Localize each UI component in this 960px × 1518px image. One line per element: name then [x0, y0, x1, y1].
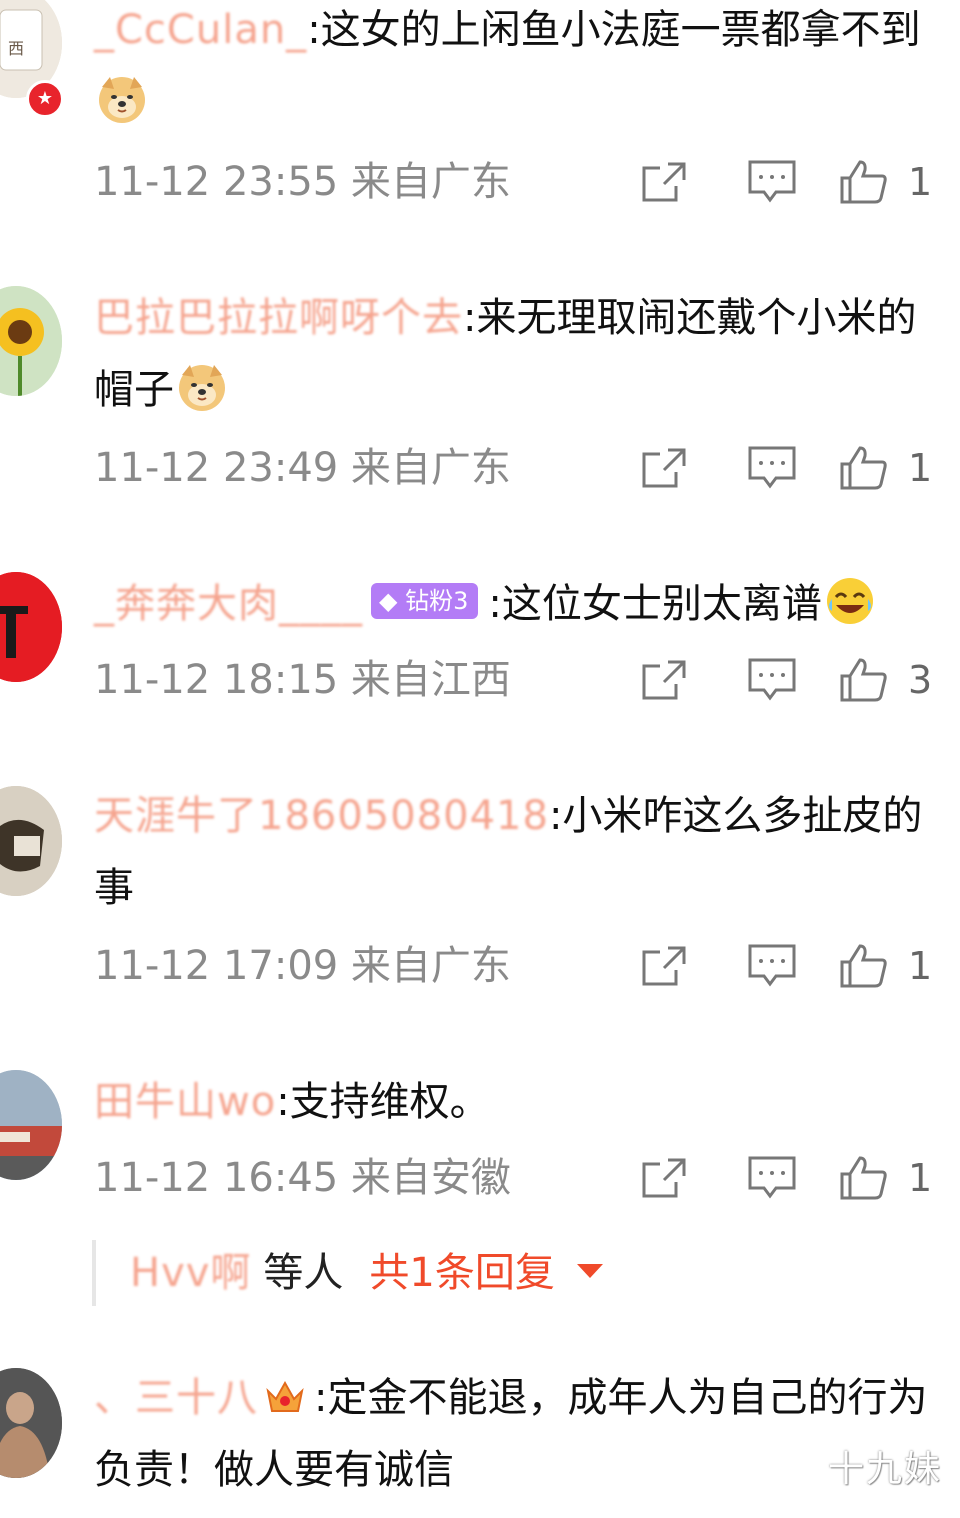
share-icon[interactable]	[638, 158, 690, 206]
share-icon[interactable]	[638, 444, 690, 492]
comment-body: :这女的上闲鱼小法庭一票都拿不到	[307, 7, 921, 53]
comment-text: 田牛山wo:支持维权。	[94, 1066, 934, 1138]
comment-username[interactable]: 、三十八	[94, 1375, 258, 1421]
watermark: 十九妹	[827, 1449, 942, 1490]
avatar[interactable]	[0, 286, 62, 396]
doge-emoji-icon	[179, 365, 225, 411]
comment-time: 11-12 16:45 来自安徽	[94, 1155, 511, 1201]
thumbs-up-icon[interactable]	[838, 656, 890, 704]
avatar[interactable]	[0, 1070, 62, 1180]
like-count: 1	[908, 446, 933, 490]
reply-username[interactable]: Hvv啊	[130, 1250, 251, 1296]
verified-badge-icon: ★	[26, 80, 64, 118]
comment-username[interactable]: _奔奔大肉____	[94, 581, 363, 627]
comment-icon[interactable]	[746, 1154, 798, 1202]
comment-time: 11-12 23:49 来自广东	[94, 445, 511, 491]
crown-level-badge-icon	[266, 1380, 304, 1412]
like-count: 1	[908, 160, 933, 204]
comment-meta: 11-12 16:45 来自安徽 1	[94, 1148, 944, 1208]
comment-icon[interactable]	[746, 942, 798, 990]
comment-meta: 11-12 18:15 来自江西 3	[94, 650, 944, 710]
thumbs-up-icon[interactable]	[838, 158, 890, 206]
fan-level-badge: ◆ 钻粉3	[371, 583, 479, 619]
like-count: 1	[908, 1156, 933, 1200]
svg-text:西: 西	[8, 39, 24, 58]
thumbs-up-icon[interactable]	[838, 1154, 890, 1202]
avatar[interactable]	[0, 572, 62, 682]
comment-body: :这位女士别太离谱	[488, 581, 822, 627]
comment-text: _CcCulan_:这女的上闲鱼小法庭一票都拿不到	[94, 0, 934, 138]
comment-time: 11-12 18:15 来自江西	[94, 657, 511, 703]
comment-body: :支持维权。	[276, 1079, 490, 1125]
comment-text: 、三十八 :定金不能退，成年人为自己的行为负责！做人要有诚信	[94, 1362, 934, 1506]
like-count: 3	[908, 658, 933, 702]
comment-icon[interactable]	[746, 444, 798, 492]
thumbs-up-icon[interactable]	[838, 444, 890, 492]
comment-time: 11-12 17:09 来自广东	[94, 943, 511, 989]
avatar[interactable]	[0, 786, 62, 896]
share-icon[interactable]	[638, 942, 690, 990]
laugh-cry-emoji-icon	[826, 578, 873, 624]
comment-meta: 11-12 23:49 来自广东 1	[94, 438, 944, 498]
avatar[interactable]	[0, 1368, 62, 1478]
reply-summary[interactable]: Hvv啊 等人 共1条回复	[92, 1240, 730, 1306]
reply-count-link[interactable]: 共1条回复	[369, 1250, 554, 1296]
like-count: 1	[908, 944, 933, 988]
share-icon[interactable]	[638, 656, 690, 704]
thumbs-up-icon[interactable]	[838, 942, 890, 990]
comment-icon[interactable]	[746, 656, 798, 704]
comment-icon[interactable]	[746, 158, 798, 206]
fan-level-label: 钻粉3	[405, 587, 469, 615]
comment-text: 巴拉巴拉拉啊呀个去:来无理取闹还戴个小米的帽子	[94, 282, 934, 426]
comment-text: 天涯牛了18605080418:小米咋这么多扯皮的事	[94, 780, 934, 924]
comment-username[interactable]: 田牛山wo	[94, 1079, 276, 1125]
share-icon[interactable]	[638, 1154, 690, 1202]
reply-tail: 等人	[263, 1250, 344, 1296]
doge-emoji-icon	[99, 77, 145, 123]
comment-username[interactable]: 巴拉巴拉拉啊呀个去	[94, 295, 463, 341]
comment-text: _奔奔大肉____ ◆ 钻粉3:这位女士别太离谱	[94, 568, 934, 640]
comment-time: 11-12 23:55 来自广东	[94, 159, 511, 205]
comment-meta: 11-12 23:55 来自广东 1	[94, 152, 944, 212]
comment-meta: 11-12 17:09 来自广东 1	[94, 936, 944, 996]
comment-username[interactable]: 天涯牛了18605080418	[94, 793, 549, 839]
comment-username[interactable]: _CcCulan_	[94, 7, 307, 53]
chevron-down-icon[interactable]	[576, 1264, 603, 1278]
